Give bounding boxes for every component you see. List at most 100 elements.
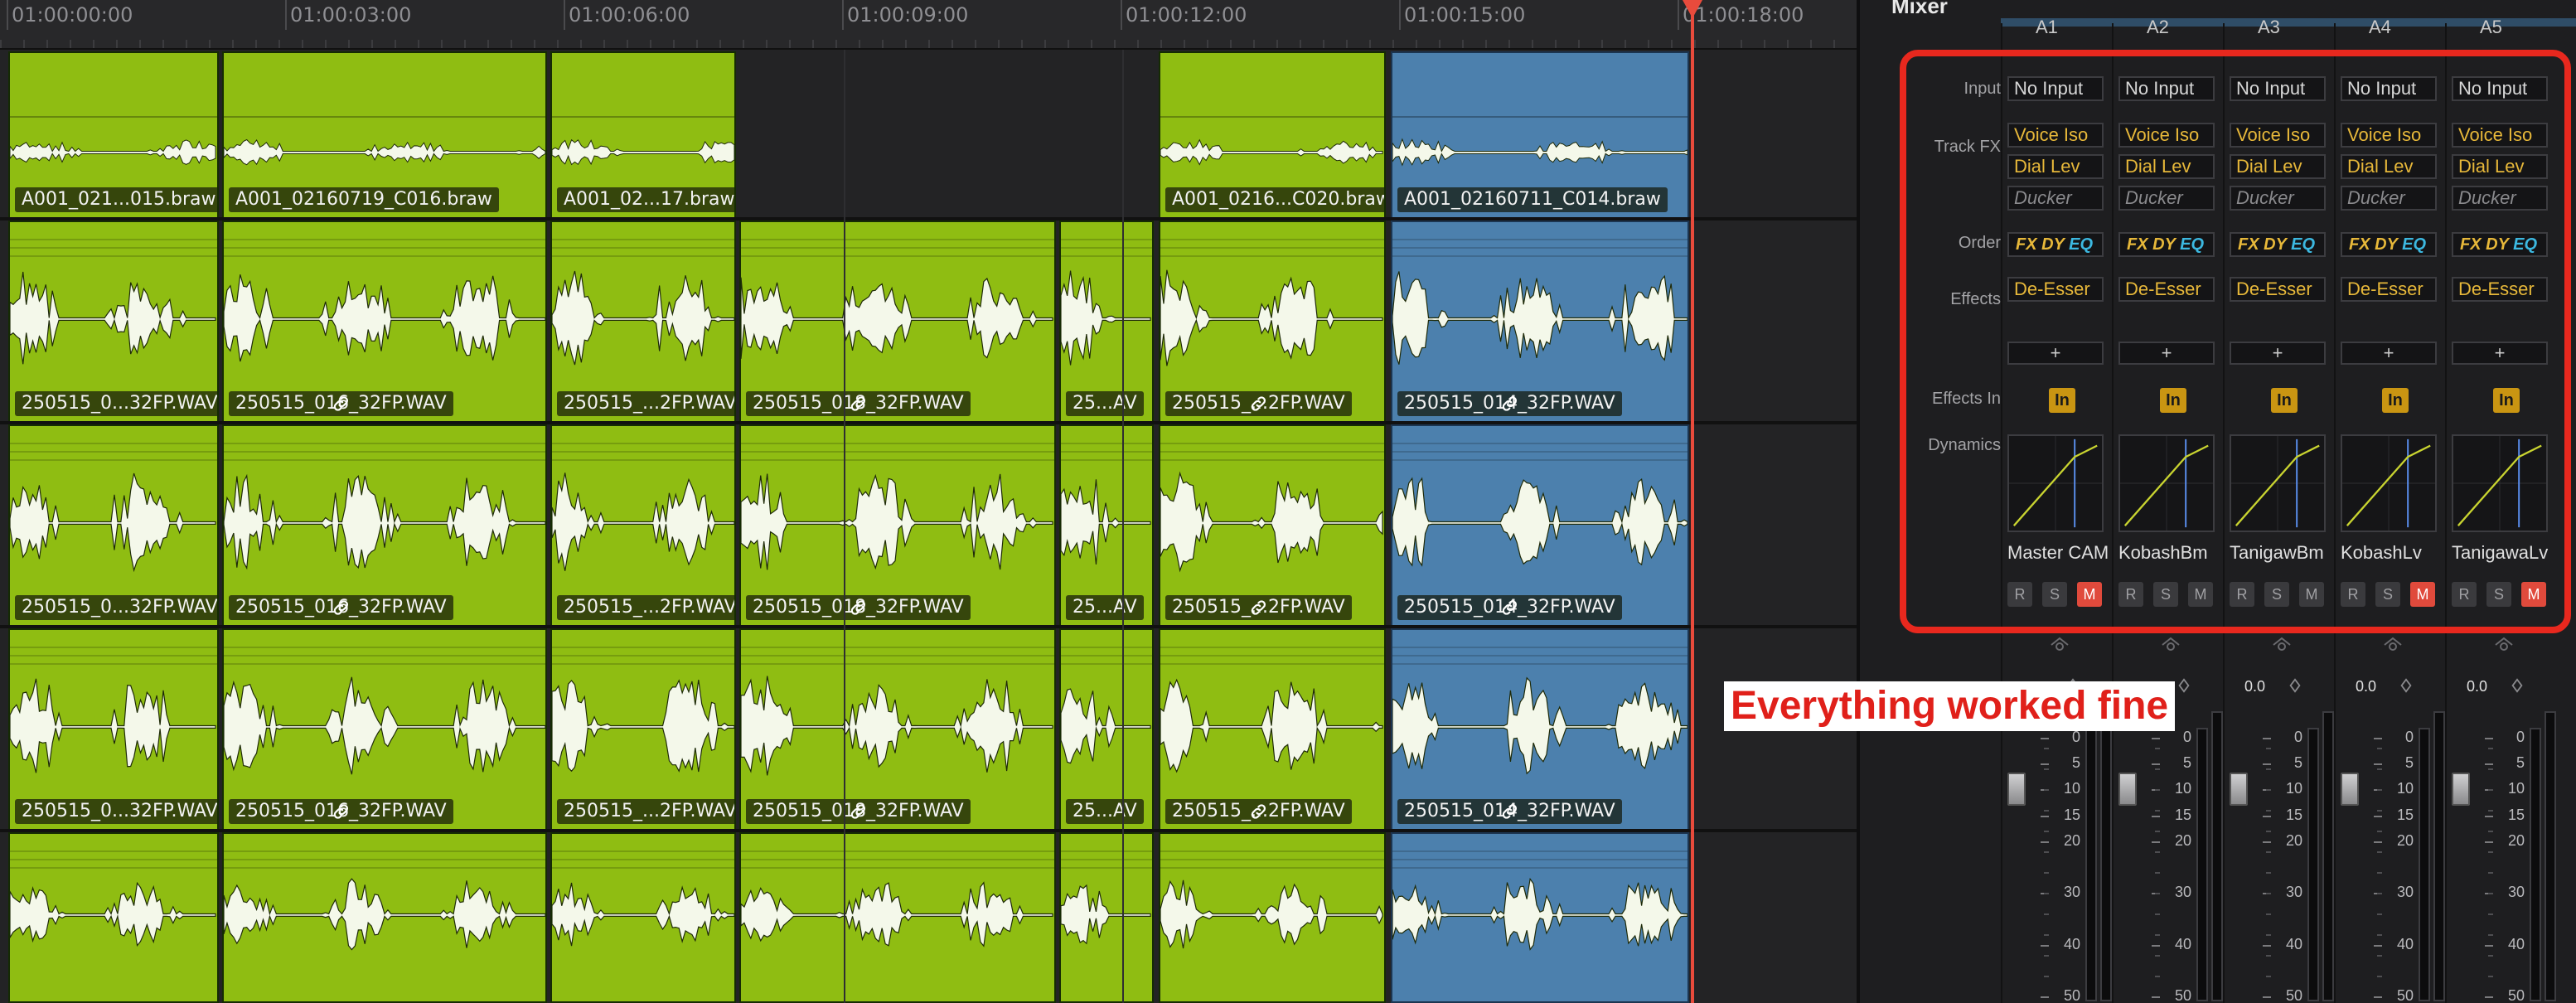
audio-clip[interactable] [222,832,547,1003]
audio-waveform [1160,269,1383,366]
clip-channel-line [224,867,545,869]
audio-clip[interactable]: 25...AV [1059,628,1154,831]
audio-clip[interactable]: 250515_...2FP.WAV [550,220,736,423]
clip-channel-line [1392,850,1687,852]
audio-waveform [1392,676,1687,775]
fader-minor-tick [2488,976,2493,978]
fader-scale-label: 50 [2396,987,2414,1003]
ruler-minor-tick [1717,40,1719,48]
fader-link-icon[interactable] [2177,676,2191,695]
pan-icon[interactable] [2160,633,2181,655]
clip-channel-line [1061,867,1152,869]
fader-link-icon[interactable] [2399,676,2414,695]
video-audio-clip[interactable]: A001_02...17.braw [550,51,736,219]
fader-knob[interactable] [2118,773,2137,807]
audio-clip[interactable]: 25...AV [1059,220,1154,423]
audio-clip[interactable]: 250515_...2FP.WAV [1159,628,1386,831]
pan-icon[interactable] [2493,633,2515,655]
link-icon [1251,804,1266,819]
fader-minor-tick [2488,831,2493,833]
clip-name-label: 250515_014_32FP.WAV [1397,391,1622,416]
fader-minor-tick [2044,789,2049,792]
ruler-minor-tick [487,40,489,48]
video-audio-clip[interactable]: A001_0216...C020.braw [1159,51,1386,219]
fader-scale-label: 0 [2404,729,2414,745]
video-audio-clip[interactable]: A001_02160719_C016.braw [222,51,547,219]
audio-waveform [552,882,734,947]
audio-clip[interactable]: 250515_016_32FP.WAV [222,220,547,423]
ruler-minor-tick [557,40,559,48]
audio-clip[interactable] [739,832,1056,1003]
ruler-minor-tick [1044,40,1046,48]
clip-name-text: 250515_...2FP.WAV [564,801,736,821]
clip-name-label: A001_02...17.braw [557,187,734,212]
audio-clip[interactable]: 250515_0...32FP.WAV [8,220,219,423]
fader-minor-tick [2377,768,2382,771]
fader-minor-tick [2044,851,2049,854]
fader-link-icon[interactable] [2288,676,2302,695]
fader-scale-label: 40 [2396,935,2414,952]
audio-clip[interactable]: 250515_018_32FP.WAV [739,220,1056,423]
audio-waveform [10,472,216,573]
clip-channel-line [552,655,734,657]
audio-clip[interactable]: 250515_014_32FP.WAV [1391,220,1689,423]
fader-knob[interactable] [2452,773,2470,807]
audio-clip[interactable] [550,832,736,1003]
fader-minor-tick [2377,748,2382,750]
timeline-panel[interactable]: 01:00:00:00 01:00:03:00 01:00:06:00 01:00:0… [0,0,1857,1003]
fader-scale-label: 5 [2404,754,2414,772]
fader-knob[interactable] [2341,773,2359,807]
ruler-minor-tick [209,40,211,48]
audio-clip[interactable]: 250515_018_32FP.WAV [739,424,1056,627]
audio-clip[interactable]: 25...AV [1059,424,1154,627]
ruler-minor-tick [139,40,141,48]
audio-clip[interactable]: 250515_...2FP.WAV [550,628,736,831]
audio-clip[interactable]: 250515_...2FP.WAV [550,424,736,627]
audio-clip[interactable]: 250515_016_32FP.WAV [222,424,547,627]
ruler-minor-tick [603,40,605,48]
app-window: 01:00:00:00 01:00:03:00 01:00:06:00 01:00:0… [0,0,2576,1003]
audio-clip[interactable]: 250515_018_32FP.WAV [739,628,1056,831]
ruler-minor-tick [1555,40,1557,48]
audio-clip[interactable]: 250515_...2FP.WAV [1159,220,1386,423]
fader-minor-tick [2266,748,2271,750]
audio-clip[interactable]: 250515_014_32FP.WAV [1391,424,1689,627]
audio-clip[interactable]: 250515_...2FP.WAV [1159,424,1386,627]
audio-clip[interactable]: 250515_0...32FP.WAV [8,424,219,627]
pan-icon[interactable] [2049,633,2070,655]
fader-minor-tick [2044,872,2049,875]
clip-channel-line [1392,443,1687,444]
fader-knob[interactable] [2007,773,2026,807]
ruler-minor-tick [1578,40,1580,48]
playhead[interactable] [1691,0,1694,1003]
fader-link-icon[interactable] [2510,676,2525,695]
pan-icon[interactable] [2271,633,2293,655]
ruler-minor-tick [1439,40,1441,48]
audio-clip[interactable]: 250515_0...32FP.WAV [8,628,219,831]
audio-clip[interactable] [1059,832,1154,1003]
audio-clip[interactable]: 250515_016_32FP.WAV [222,628,547,831]
audio-clip[interactable] [8,832,219,1003]
ruler-minor-tick [1114,40,1116,48]
fader-scale-tick [2263,944,2271,947]
ruler-major-tick [564,0,565,30]
audio-clip[interactable] [1391,832,1689,1003]
fader-scale-tick [2374,944,2382,947]
clip-name-label: A001_0216...C020.braw [1165,187,1384,212]
clip-channel-line [1392,255,1687,257]
audio-clip[interactable]: 250515_014_32FP.WAV [1391,628,1689,831]
fader-scale-label: 20 [2507,831,2525,849]
fader-knob[interactable] [2230,773,2248,807]
clip-name-label: 250515_018_32FP.WAV [746,799,971,824]
clip-channel-line [741,443,1054,444]
video-audio-clip[interactable]: A001_021...015.braw [8,51,219,219]
fader-minor-tick [2155,872,2160,875]
video-audio-clip[interactable]: A001_02160711_C014.braw [1391,51,1689,219]
audio-waveform [1160,678,1383,773]
fader-scale-tick [2374,763,2382,766]
clip-channel-line [224,459,545,461]
audio-clip[interactable] [1159,832,1386,1003]
timecode-ruler[interactable]: 01:00:00:00 01:00:03:00 01:00:06:00 01:00:0… [0,0,1857,50]
audio-waveform [552,270,734,366]
pan-icon[interactable] [2382,633,2404,655]
